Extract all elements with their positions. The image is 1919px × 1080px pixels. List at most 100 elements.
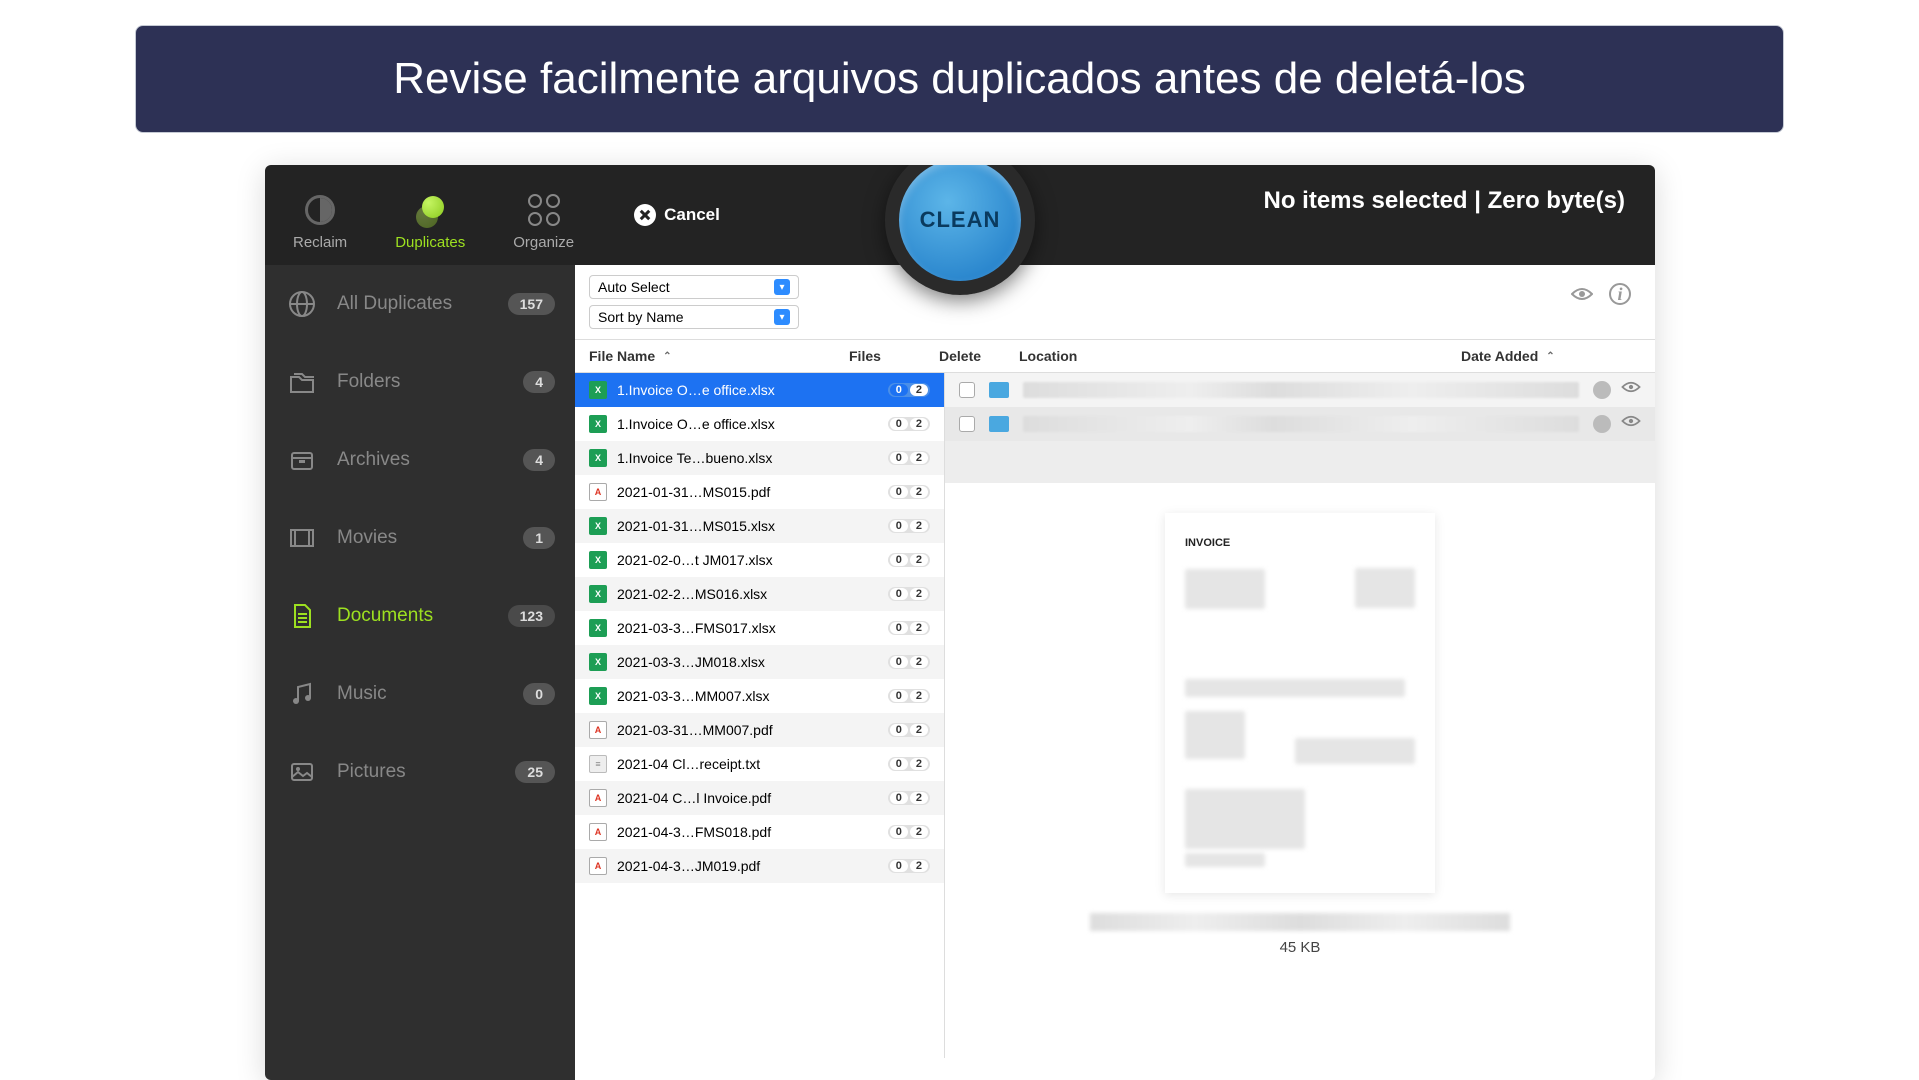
info-icon[interactable]: i bbox=[1609, 283, 1631, 305]
search-icon[interactable] bbox=[1593, 415, 1611, 433]
sort-arrow-icon: ⌃ bbox=[663, 351, 671, 362]
location-blurred bbox=[1023, 416, 1579, 432]
col-location[interactable]: Location bbox=[1019, 348, 1461, 364]
file-row[interactable]: A 2021-04-3…FMS018.pdf 02 bbox=[575, 815, 944, 849]
xlsx-file-icon: X bbox=[589, 585, 607, 603]
checkbox[interactable] bbox=[959, 382, 975, 398]
col-filename[interactable]: File Name bbox=[589, 348, 655, 364]
tab-duplicates[interactable]: Duplicates bbox=[395, 192, 465, 251]
organize-icon bbox=[528, 194, 560, 226]
sidebar-item-pictures[interactable]: Pictures 25 bbox=[265, 733, 575, 811]
sidebar-item-documents[interactable]: Documents 123 bbox=[265, 577, 575, 655]
dup-count-pill[interactable]: 02 bbox=[888, 587, 930, 601]
eye-icon[interactable] bbox=[1621, 381, 1641, 393]
preview-title: INVOICE bbox=[1185, 537, 1415, 549]
eye-icon[interactable] bbox=[1571, 283, 1593, 305]
preview-filesize: 45 KB bbox=[1280, 939, 1321, 956]
sort-dropdown[interactable]: Sort by Name ▾ bbox=[589, 305, 799, 329]
file-name: 2021-04-3…JM019.pdf bbox=[617, 858, 878, 874]
file-row[interactable]: X 2021-02-2…MS016.xlsx 02 bbox=[575, 577, 944, 611]
sidebar-item-movies[interactable]: Movies 1 bbox=[265, 499, 575, 577]
sort-label: Sort by Name bbox=[598, 309, 684, 325]
dup-count-pill[interactable]: 02 bbox=[888, 825, 930, 839]
checkbox[interactable] bbox=[959, 416, 975, 432]
file-row[interactable]: X 2021-03-3…FMS017.xlsx 02 bbox=[575, 611, 944, 645]
cancel-button[interactable]: Cancel bbox=[634, 204, 720, 226]
dup-count-pill[interactable]: 02 bbox=[888, 519, 930, 533]
dup-count-pill[interactable]: 02 bbox=[888, 859, 930, 873]
xlsx-file-icon: X bbox=[589, 415, 607, 433]
table-header: File Name ⌃ Files Delete Location Date Ad… bbox=[575, 339, 1655, 373]
dup-count-pill[interactable]: 02 bbox=[888, 383, 930, 397]
dup-count-pill[interactable]: 02 bbox=[888, 417, 930, 431]
sort-arrow-icon: ⌃ bbox=[1546, 351, 1554, 362]
file-row[interactable]: X 1.Invoice O…e office.xlsx 02 bbox=[575, 407, 944, 441]
col-date[interactable]: Date Added bbox=[1461, 348, 1538, 364]
auto-select-label: Auto Select bbox=[598, 279, 670, 295]
file-row[interactable]: X 2021-03-3…MM007.xlsx 02 bbox=[575, 679, 944, 713]
detail-row-empty bbox=[945, 441, 1655, 483]
file-name: 2021-01-31…MS015.xlsx bbox=[617, 518, 878, 534]
count-badge: 25 bbox=[515, 761, 555, 783]
col-delete[interactable]: Delete bbox=[939, 348, 1019, 364]
dup-count-pill[interactable]: 02 bbox=[888, 621, 930, 635]
file-row[interactable]: X 1.Invoice O…e office.xlsx 02 bbox=[575, 373, 944, 407]
dup-count-pill[interactable]: 02 bbox=[888, 757, 930, 771]
pdf-file-icon: A bbox=[589, 857, 607, 875]
preview-filename-blurred bbox=[1090, 913, 1510, 931]
sidebar-item-all-duplicates[interactable]: All Duplicates 157 bbox=[265, 265, 575, 343]
count-badge: 1 bbox=[523, 527, 555, 549]
file-row[interactable]: X 2021-03-3…JM018.xlsx 02 bbox=[575, 645, 944, 679]
tab-reclaim[interactable]: Reclaim bbox=[293, 192, 347, 251]
globe-icon bbox=[285, 287, 319, 321]
dup-count-pill[interactable]: 02 bbox=[888, 689, 930, 703]
detail-row[interactable] bbox=[945, 407, 1655, 441]
file-name: 2021-03-3…MM007.xlsx bbox=[617, 688, 878, 704]
file-row[interactable]: A 2021-04-3…JM019.pdf 02 bbox=[575, 849, 944, 883]
eye-icon[interactable] bbox=[1621, 415, 1641, 427]
col-files[interactable]: Files bbox=[849, 348, 939, 364]
pdf-file-icon: A bbox=[589, 483, 607, 501]
sidebar-item-archives[interactable]: Archives 4 bbox=[265, 421, 575, 499]
file-list[interactable]: X 1.Invoice O…e office.xlsx 02X 1.Invoic… bbox=[575, 373, 945, 1058]
sidebar-item-label: All Duplicates bbox=[337, 293, 490, 315]
search-icon[interactable] bbox=[1593, 381, 1611, 399]
file-name: 2021-04 C…l Invoice.pdf bbox=[617, 790, 878, 806]
txt-file-icon: ≡ bbox=[589, 755, 607, 773]
dup-count-pill[interactable]: 02 bbox=[888, 791, 930, 805]
archives-icon bbox=[285, 443, 319, 477]
duplicates-icon bbox=[416, 196, 444, 224]
preview-area: INVOICE 45 KB bbox=[945, 483, 1655, 986]
file-row[interactable]: ≡ 2021-04 Cl…receipt.txt 02 bbox=[575, 747, 944, 781]
dup-count-pill[interactable]: 02 bbox=[888, 553, 930, 567]
file-name: 2021-04 Cl…receipt.txt bbox=[617, 756, 878, 772]
file-row[interactable]: A 2021-01-31…MS015.pdf 02 bbox=[575, 475, 944, 509]
auto-select-dropdown[interactable]: Auto Select ▾ bbox=[589, 275, 799, 299]
sidebar-item-folders[interactable]: Folders 4 bbox=[265, 343, 575, 421]
chevron-down-icon: ▾ bbox=[774, 279, 790, 295]
file-row[interactable]: X 2021-01-31…MS015.xlsx 02 bbox=[575, 509, 944, 543]
file-row[interactable]: A 2021-03-31…MM007.pdf 02 bbox=[575, 713, 944, 747]
file-name: 2021-03-3…FMS017.xlsx bbox=[617, 620, 878, 636]
file-row[interactable]: A 2021-04 C…l Invoice.pdf 02 bbox=[575, 781, 944, 815]
movies-icon bbox=[285, 521, 319, 555]
tab-organize[interactable]: Organize bbox=[513, 192, 574, 251]
xlsx-file-icon: X bbox=[589, 687, 607, 705]
pictures-icon bbox=[285, 755, 319, 789]
dup-count-pill[interactable]: 02 bbox=[888, 655, 930, 669]
file-name: 1.Invoice Te…bueno.xlsx bbox=[617, 450, 878, 466]
chevron-down-icon: ▾ bbox=[774, 309, 790, 325]
detail-panel: INVOICE 45 KB bbox=[945, 373, 1655, 1058]
pdf-file-icon: A bbox=[589, 823, 607, 841]
dup-count-pill[interactable]: 02 bbox=[888, 451, 930, 465]
dup-count-pill[interactable]: 02 bbox=[888, 485, 930, 499]
file-row[interactable]: X 2021-02-0…t JM017.xlsx 02 bbox=[575, 543, 944, 577]
detail-row[interactable] bbox=[945, 373, 1655, 407]
file-name: 1.Invoice O…e office.xlsx bbox=[617, 416, 878, 432]
document-preview: INVOICE bbox=[1165, 513, 1435, 893]
music-icon bbox=[285, 677, 319, 711]
sidebar-item-music[interactable]: Music 0 bbox=[265, 655, 575, 733]
dup-count-pill[interactable]: 02 bbox=[888, 723, 930, 737]
file-row[interactable]: X 1.Invoice Te…bueno.xlsx 02 bbox=[575, 441, 944, 475]
sidebar-item-label: Music bbox=[337, 683, 505, 705]
